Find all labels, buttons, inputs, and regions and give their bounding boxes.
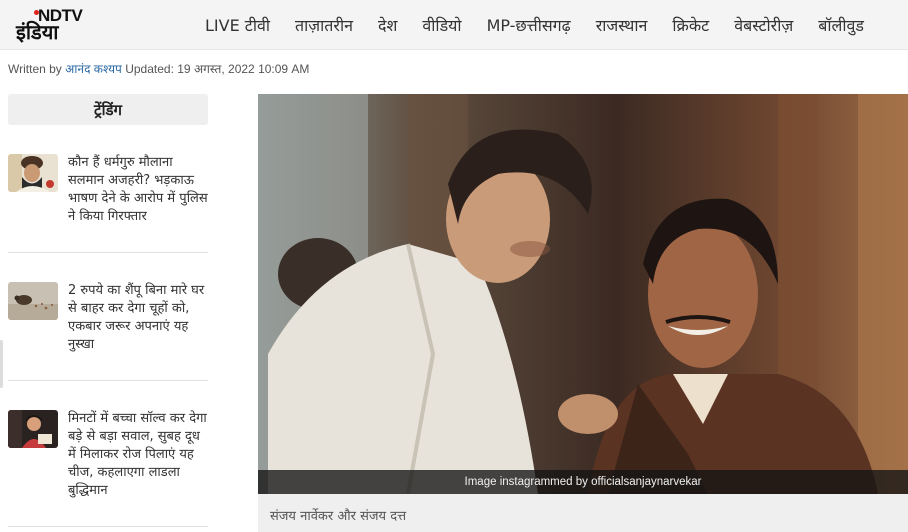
trending-item-title[interactable]: कौन हैं धर्मगुरु मौलाना सलमान अजहरी? भड़…	[68, 154, 210, 226]
byline-updated: Updated: 19 अगस्त, 2022 10:09 AM	[125, 62, 310, 76]
nav-item-rajasthan[interactable]: राजस्थान	[596, 14, 648, 36]
trending-heading: ट्रेंडिंग	[8, 94, 208, 125]
nav-item-webstories[interactable]: वेबस्टोरीज़	[734, 14, 793, 36]
trending-item-title[interactable]: 2 रुपये का शैंपू बिना मारे घर से बाहर कर…	[68, 282, 210, 354]
image-caption-bar: संजय नार्वेकर और संजय दत्त	[258, 494, 908, 532]
trending-item-title[interactable]: मिनटों में बच्चा सॉल्व कर देगा बड़े से ब…	[68, 410, 210, 500]
logo-india-text: इंडिया	[16, 20, 59, 44]
nav-item-bollywood[interactable]: बॉलीवुड	[818, 14, 864, 36]
photo-illustration	[258, 94, 908, 494]
ndtv-india-logo[interactable]: NDTV इंडिया	[14, 6, 94, 44]
trending-divider	[8, 526, 208, 527]
nav-item-india[interactable]: देश	[378, 14, 397, 36]
nav-item-mp-chhattisgarh[interactable]: MP-छत्तीसगढ़	[487, 14, 571, 36]
nav-item-live-tv[interactable]: LIVE टीवी	[205, 14, 270, 36]
trending-divider	[8, 380, 208, 381]
byline-written-by: Written by	[8, 62, 62, 76]
rat-thumbnail-icon[interactable]	[8, 282, 58, 320]
nav-item-latest[interactable]: ताज़ातरीन	[295, 14, 353, 36]
nav-item-video[interactable]: वीडियो	[422, 14, 461, 36]
cleric-thumbnail-icon[interactable]	[8, 154, 58, 192]
top-navigation-bar: NDTV इंडिया LIVE टीवी ताज़ातरीन देश वीडि…	[0, 0, 908, 50]
image-credit: Image instagrammed by officialsanjaynarv…	[258, 470, 908, 494]
scroll-handle[interactable]	[0, 340, 3, 388]
trending-sidebar: ट्रेंडिंग कौन हैं धर्मगुरु मौलाना सलमान …	[8, 94, 208, 527]
trending-divider	[8, 252, 208, 253]
image-caption: संजय नार्वेकर और संजय दत्त	[270, 509, 407, 524]
main-nav: LIVE टीवी ताज़ातरीन देश वीडियो MP-छत्तीस…	[205, 0, 864, 50]
article-photo[interactable]: Image instagrammed by officialsanjaynarv…	[258, 94, 908, 494]
byline-author-link[interactable]: आनंद कश्यप	[65, 62, 122, 76]
child-thumbnail-icon[interactable]	[8, 410, 58, 448]
article-byline: Written by आनंद कश्यप Updated: 19 अगस्त,…	[8, 60, 309, 77]
nav-item-cricket[interactable]: क्रिकेट	[672, 14, 709, 36]
